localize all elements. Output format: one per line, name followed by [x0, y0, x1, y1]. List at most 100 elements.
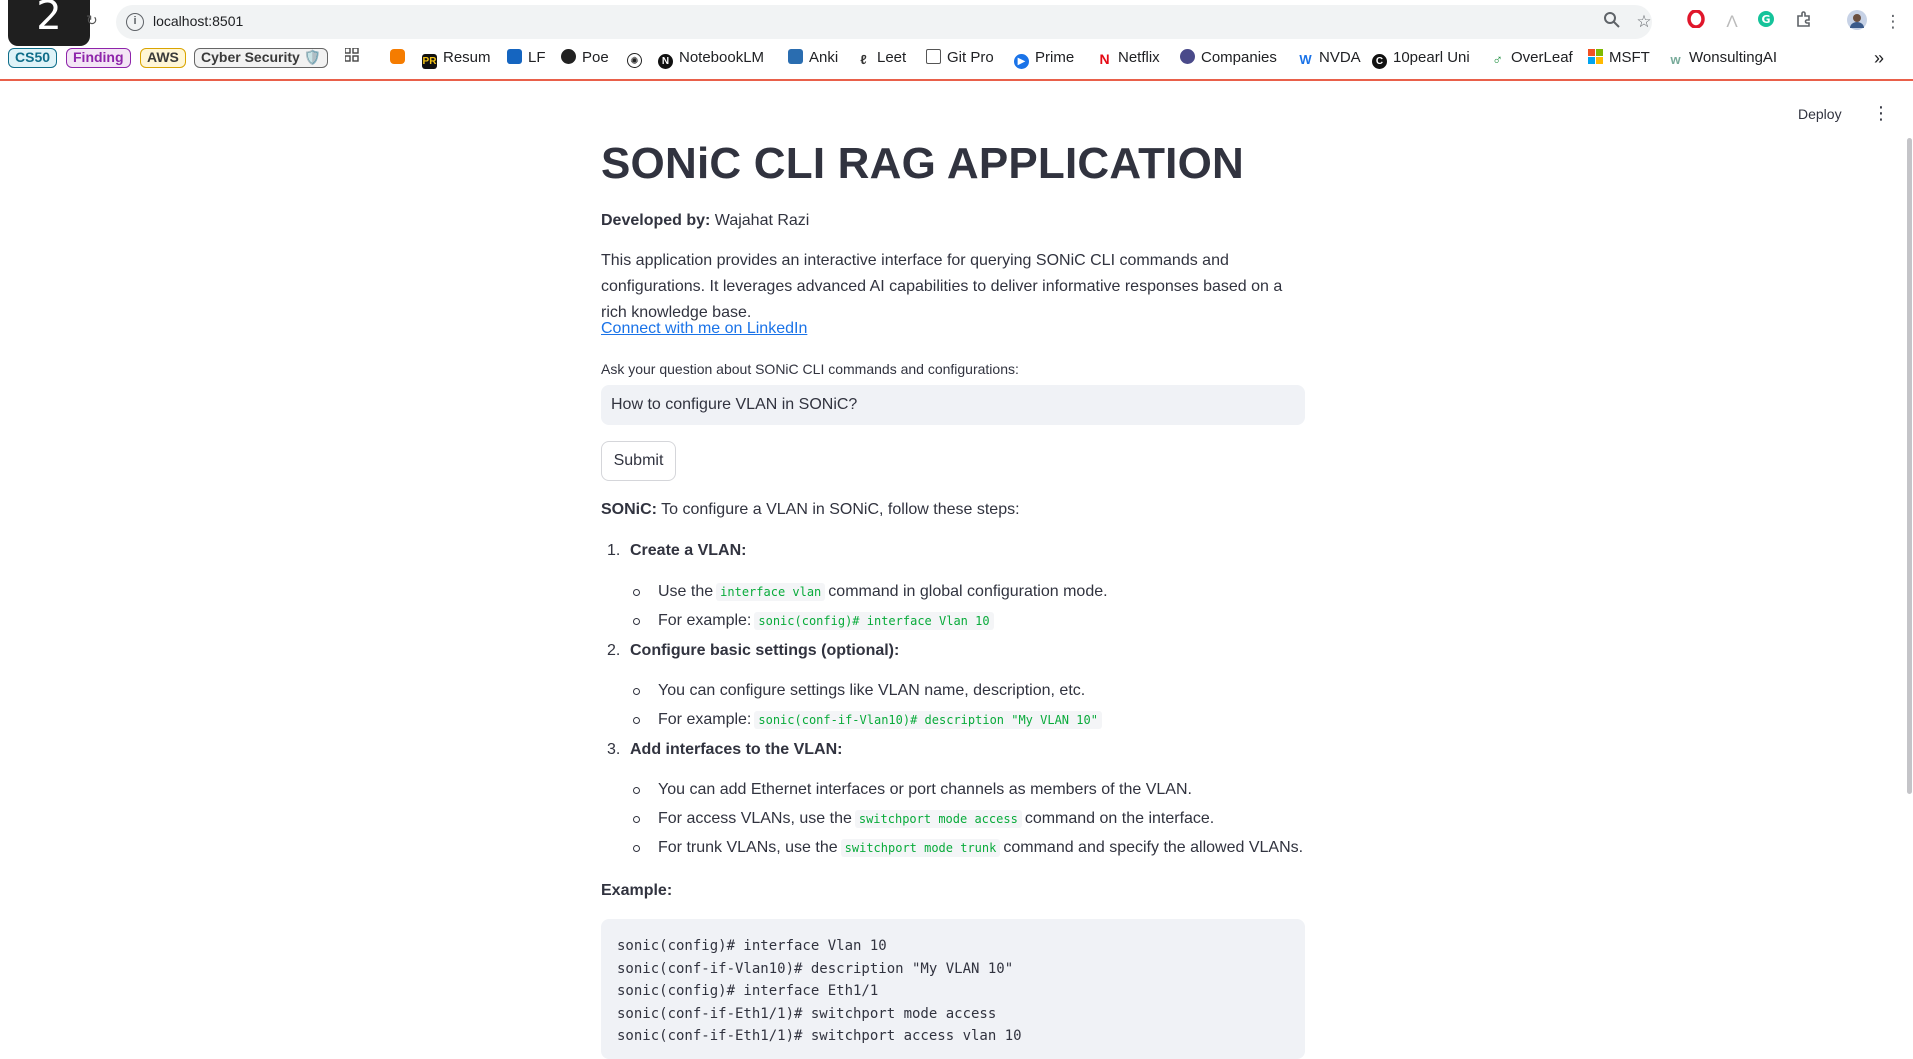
code-line: sonic(conf-if-Eth1/1)# switchport access…: [617, 1028, 1022, 1044]
bookmark-overleaf[interactable]: ♂ OverLeaf: [1490, 48, 1573, 68]
bullet-marker: [633, 618, 640, 625]
bookmark-companies[interactable]: Companies: [1180, 48, 1277, 68]
browser-chrome: 2 ↻ i localhost:8501 ☆ Λ G ⋮ CS50 Findin…: [0, 0, 1913, 81]
list-item-text: command and specify the allowed VLANs.: [1003, 839, 1304, 856]
reload-icon[interactable]: ↻: [86, 12, 98, 29]
leetcode-icon: ℓ: [856, 52, 871, 67]
app-description: This application provides an interactive…: [601, 252, 1283, 321]
list-item: For access VLANs, use the switchport mode…: [658, 810, 1214, 828]
inline-code: interface vlan: [716, 583, 826, 601]
url-text[interactable]: localhost:8501: [153, 13, 243, 29]
bookmark-leet[interactable]: ℓ Leet: [856, 48, 906, 68]
submit-button[interactable]: Submit: [601, 441, 676, 481]
question-label: Ask your question about SONiC CLI comman…: [601, 361, 1019, 377]
bookmark-aws[interactable]: AWS: [140, 48, 186, 68]
bookmark-git-pro[interactable]: Git Pro: [926, 48, 994, 68]
bookmark-label: Resum: [443, 49, 491, 66]
bullet-marker: [633, 589, 640, 596]
bookmark-label: Git Pro: [947, 49, 994, 66]
list-item: For example: sonic(conf-if-Vlan10)# descr…: [658, 711, 1105, 729]
question-input[interactable]: [601, 385, 1305, 425]
bookmarks-bar: CS50 Finding AWS Cyber Security 🛡️ PR Res…: [8, 47, 1898, 70]
bookmark-label: 10pearl Uni: [1393, 49, 1470, 66]
svg-text:G: G: [1761, 13, 1770, 26]
bullet-marker: [633, 787, 640, 794]
list-item-text: For example:: [658, 711, 752, 728]
list-item-text: command in global configuration mode.: [828, 583, 1108, 600]
bookmark-10pearl-uni[interactable]: C 10pearl Uni: [1372, 48, 1470, 69]
inline-code: sonic(conf-if-Vlan10)# description "My V…: [754, 711, 1102, 729]
bookmark-anki[interactable]: Anki: [788, 48, 838, 68]
bookmark-notebooklm[interactable]: N NotebookLM: [658, 48, 764, 69]
microsoft-icon: [1588, 49, 1603, 64]
bookmark-star-icon[interactable]: ☆: [1633, 11, 1655, 33]
pr-icon: PR: [422, 54, 437, 69]
bookmark-label: Anki: [809, 49, 839, 66]
address-bar[interactable]: i localhost:8501 ☆: [116, 5, 1652, 39]
answer-source-label: SONiC:: [601, 501, 657, 518]
bookmark-label: Poe: [582, 49, 609, 66]
bookmark-netflix[interactable]: N Netflix: [1097, 48, 1160, 68]
list-item: Use the interface vlan command in global c…: [658, 583, 1108, 601]
inline-code: sonic(config)# interface Vlan 10: [754, 612, 994, 630]
folder-icon: [926, 49, 941, 64]
more-bookmarks-icon[interactable]: »: [1874, 48, 1884, 68]
bookmark-msft[interactable]: MSFT: [1588, 48, 1650, 68]
page-scrollbar[interactable]: [1907, 138, 1912, 794]
code-line: sonic(conf-if-Eth1/1)# switchport mode a…: [617, 1005, 997, 1022]
extension-a-icon[interactable]: Λ: [1720, 10, 1744, 34]
step-title: Create a VLAN:: [630, 542, 747, 559]
bookmark-poe[interactable]: Poe: [561, 48, 609, 68]
poe-icon: [561, 49, 576, 64]
answer-intro-text: To configure a VLAN in SONiC, follow the…: [657, 501, 1020, 518]
list-item-text: For access VLANs, use the: [658, 810, 852, 827]
step-title: Add interfaces to the VLAN:: [630, 741, 843, 758]
developer-name: Wajahat Razi: [710, 212, 810, 229]
browser-menu-icon[interactable]: ⋮: [1881, 10, 1905, 34]
bookmark-finding[interactable]: Finding: [66, 48, 131, 68]
bookmark-prime[interactable]: ▶ Prime: [1014, 48, 1075, 69]
code-block[interactable]: sonic(config)# interface Vlan 10 sonic(c…: [601, 919, 1305, 1059]
bookmark-resum[interactable]: PR Resum: [422, 48, 491, 69]
bookmark-cyber-security[interactable]: Cyber Security 🛡️: [194, 48, 329, 68]
deploy-button[interactable]: Deploy: [1798, 106, 1842, 122]
site-info-icon[interactable]: i: [126, 13, 144, 31]
linkedin-link[interactable]: Connect with me on LinkedIn: [601, 320, 807, 337]
bullet-marker: [633, 816, 640, 823]
list-item: You can configure settings like VLAN nam…: [658, 682, 1086, 699]
step-title: Configure basic settings (optional):: [630, 642, 900, 659]
companies-icon: [1180, 49, 1195, 64]
bullet-marker: [633, 688, 640, 695]
list-item-text: Use the: [658, 583, 714, 600]
nvda-icon: W: [1298, 52, 1313, 67]
bookmark-label: NVDA: [1319, 49, 1361, 66]
bookmark-cs50[interactable]: CS50: [8, 48, 58, 68]
developed-by-label: Developed by:: [601, 212, 711, 229]
wonsulting-icon: w: [1668, 52, 1683, 67]
bookmark-openai-icon[interactable]: ✺: [627, 48, 648, 68]
prime-icon: ▶: [1014, 54, 1029, 69]
bookmark-lf[interactable]: LF: [507, 48, 546, 68]
lf-icon: [507, 49, 522, 64]
bullet-marker: [633, 717, 640, 724]
bookmark-hexagon-icon[interactable]: [390, 48, 411, 68]
profile-avatar-icon[interactable]: [1845, 10, 1869, 34]
apps-grid-icon[interactable]: [344, 47, 359, 68]
bookmark-label: Companies: [1201, 49, 1277, 66]
bookmark-wonsultingai[interactable]: w WonsultingAI: [1668, 48, 1777, 68]
list-item: For trunk VLANs, use the switchport mode …: [658, 839, 1303, 857]
linkedin-paragraph: Connect with me on LinkedIn: [601, 316, 1305, 342]
step-number: 2.: [607, 642, 621, 659]
grammarly-icon[interactable]: G: [1754, 10, 1778, 34]
step-number: 3.: [607, 741, 621, 758]
tab-count-badge: 2: [8, 0, 90, 46]
app-menu-icon[interactable]: ⋮: [1872, 104, 1890, 122]
list-item: You can add Ethernet interfaces or port …: [658, 781, 1192, 798]
extensions-puzzle-icon[interactable]: [1792, 10, 1816, 34]
bookmark-label: Prime: [1035, 49, 1075, 66]
code-line: sonic(config)# interface Vlan 10: [617, 938, 887, 954]
bookmark-nvda[interactable]: W NVDA: [1298, 48, 1361, 68]
zoom-icon[interactable]: [1601, 11, 1623, 33]
opera-extension-icon[interactable]: [1684, 9, 1708, 34]
netflix-icon: N: [1097, 52, 1112, 67]
